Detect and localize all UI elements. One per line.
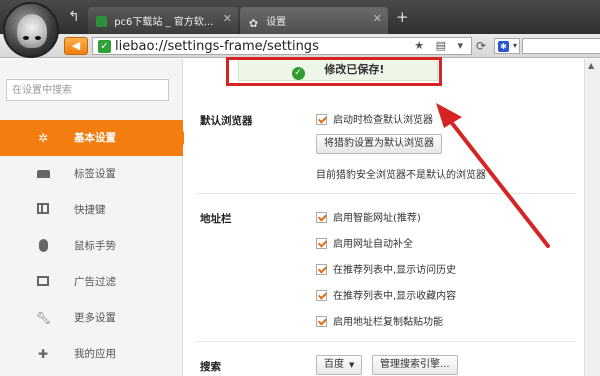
cheetah-eye-icon bbox=[35, 36, 41, 40]
option-label: 启用地址栏复制黏贴功能 bbox=[333, 317, 443, 328]
sidebar-item-more-settings[interactable]: 🔧︎ 更多设置 bbox=[0, 300, 183, 336]
keyboard-icon bbox=[36, 203, 50, 217]
sidebar-item-label: 广告过滤 bbox=[74, 276, 116, 288]
cheetah-head-icon bbox=[17, 14, 47, 48]
wrench-icon: 🔧︎ bbox=[36, 311, 52, 325]
tab-title: 设置 bbox=[266, 17, 287, 28]
sidebar-item-my-apps[interactable]: ✚ 我的应用 bbox=[0, 336, 183, 372]
settings-nav: ✲ 基本设置 标签设置 快捷键 鼠标手势 广告过滤 🔧︎ 更多设置 ✚ 我的应用 bbox=[0, 120, 190, 372]
sidebar-item-label: 更多设置 bbox=[74, 312, 116, 324]
address-option-smart-url[interactable]: 启用智能网址(推荐) bbox=[316, 209, 421, 224]
section-divider bbox=[196, 341, 576, 342]
check-default-browser-option[interactable]: 启动时检查默认浏览器 bbox=[316, 111, 433, 126]
tab-settings[interactable]: ✿ 设置 ✕ bbox=[240, 7, 388, 34]
option-label: 在推荐列表中,显示收藏内容 bbox=[333, 291, 457, 302]
chevron-down-icon: ▼ bbox=[349, 361, 355, 369]
sidebar-item-tabs[interactable]: 标签设置 bbox=[0, 156, 183, 192]
address-option-autocomplete[interactable]: 启用网址自动补全 bbox=[316, 235, 413, 250]
settings-sidebar: ✲ 基本设置 标签设置 快捷键 鼠标手势 广告过滤 🔧︎ 更多设置 ✚ 我的应用 bbox=[0, 59, 190, 376]
section-divider bbox=[196, 193, 576, 194]
pc6-favicon-icon bbox=[96, 16, 107, 27]
option-label: 启用智能网址(推荐) bbox=[333, 213, 421, 224]
annotation-highlight-box bbox=[226, 57, 442, 86]
filter-icon bbox=[36, 275, 50, 289]
settings-search-input[interactable] bbox=[6, 79, 169, 101]
sidebar-item-mouse-gestures[interactable]: 鼠标手势 bbox=[0, 228, 183, 264]
chevron-down-icon: ▾ bbox=[512, 41, 517, 50]
tab-icon bbox=[36, 167, 50, 181]
default-browser-status: 目前猎豹安全浏览器不是默认的浏览器 bbox=[316, 170, 486, 181]
address-toolbar: ◀ ✓ liebao://settings-frame/settings ★ ▤… bbox=[0, 34, 600, 58]
checkbox-checked[interactable] bbox=[316, 238, 327, 249]
toolbar-search-input[interactable] bbox=[522, 38, 600, 54]
sidebar-item-label: 标签设置 bbox=[74, 168, 116, 180]
address-option-show-favorites[interactable]: 在推荐列表中,显示收藏内容 bbox=[316, 287, 456, 302]
cheetah-eye-icon bbox=[23, 36, 29, 40]
sidebar-item-basic[interactable]: ✲ 基本设置 bbox=[0, 120, 190, 156]
section-title-address-bar: 地址栏 bbox=[200, 213, 232, 225]
checkbox-checked[interactable] bbox=[316, 114, 327, 125]
back-arrow-icon[interactable]: ↰ bbox=[64, 8, 84, 26]
search-engine-value: 百度 bbox=[324, 359, 344, 370]
url-input[interactable]: ✓ liebao://settings-frame/settings ★ ▤ ▾ bbox=[92, 37, 472, 55]
tab-title: pc6下载站 _ 官方软... bbox=[114, 17, 214, 28]
refresh-icon[interactable]: ⟳ bbox=[476, 39, 486, 53]
sidebar-item-shortcuts[interactable]: 快捷键 bbox=[0, 192, 183, 228]
back-button[interactable]: ◀ bbox=[64, 37, 88, 55]
section-title-default-browser: 默认浏览器 bbox=[200, 115, 253, 127]
browser-logo-icon[interactable] bbox=[3, 2, 59, 58]
vertical-scrollbar[interactable]: ▲ bbox=[584, 59, 600, 376]
checkbox-checked[interactable] bbox=[316, 316, 327, 327]
scroll-up-icon[interactable]: ▲ bbox=[588, 61, 594, 70]
tab-close-icon[interactable]: ✕ bbox=[223, 12, 232, 25]
security-shield-icon: ✓ bbox=[98, 40, 111, 53]
search-engine-selector[interactable]: ✱ ▾ bbox=[494, 38, 520, 54]
checkbox-checked[interactable] bbox=[316, 290, 327, 301]
sidebar-item-label: 鼠标手势 bbox=[74, 240, 116, 252]
sidebar-item-ad-filter[interactable]: 广告过滤 bbox=[0, 264, 183, 300]
sidebar-item-label: 基本设置 bbox=[74, 132, 116, 144]
option-label: 在推荐列表中,显示访问历史 bbox=[333, 265, 457, 276]
address-option-copy-paste[interactable]: 启用地址栏复制黏贴功能 bbox=[316, 313, 443, 328]
set-default-browser-button[interactable]: 将猎豹设置为默认浏览器 bbox=[316, 134, 442, 154]
address-option-show-history[interactable]: 在推荐列表中,显示访问历史 bbox=[316, 261, 456, 276]
title-bar: ↰ pc6下载站 _ 官方软... ✕ ✿ 设置 ✕ + bbox=[0, 0, 600, 58]
tab-pc6[interactable]: pc6下载站 _ 官方软... ✕ bbox=[88, 7, 238, 34]
sidebar-item-label: 快捷键 bbox=[74, 204, 106, 216]
mouse-icon bbox=[36, 239, 50, 253]
new-tab-button[interactable]: + bbox=[396, 9, 409, 25]
option-label: 启用网址自动补全 bbox=[333, 239, 413, 250]
manage-search-engines-button[interactable]: 管理搜索引擎... bbox=[372, 355, 458, 375]
sidebar-item-label: 我的应用 bbox=[74, 348, 116, 360]
search-engine-dropdown[interactable]: 百度 ▼ bbox=[316, 355, 363, 375]
tab-close-icon[interactable]: ✕ bbox=[373, 12, 382, 25]
section-title-search: 搜索 bbox=[200, 361, 221, 373]
checkbox-checked[interactable] bbox=[316, 264, 327, 275]
url-text: liebao://settings-frame/settings bbox=[115, 39, 319, 54]
gear-icon: ✿ bbox=[248, 17, 259, 30]
bookmark-star-icon[interactable]: ★ ▤ ▾ bbox=[414, 39, 467, 52]
puzzle-icon: ✚ bbox=[37, 347, 49, 361]
checkbox-checked[interactable] bbox=[316, 212, 327, 223]
baidu-paw-icon: ✱ bbox=[498, 41, 509, 52]
settings-content: ✓ 修改已保存! 默认浏览器 启动时检查默认浏览器 将猎豹设置为默认浏览器 目前… bbox=[184, 59, 600, 376]
option-label: 启动时检查默认浏览器 bbox=[333, 115, 433, 126]
gear-icon: ✲ bbox=[37, 131, 49, 145]
